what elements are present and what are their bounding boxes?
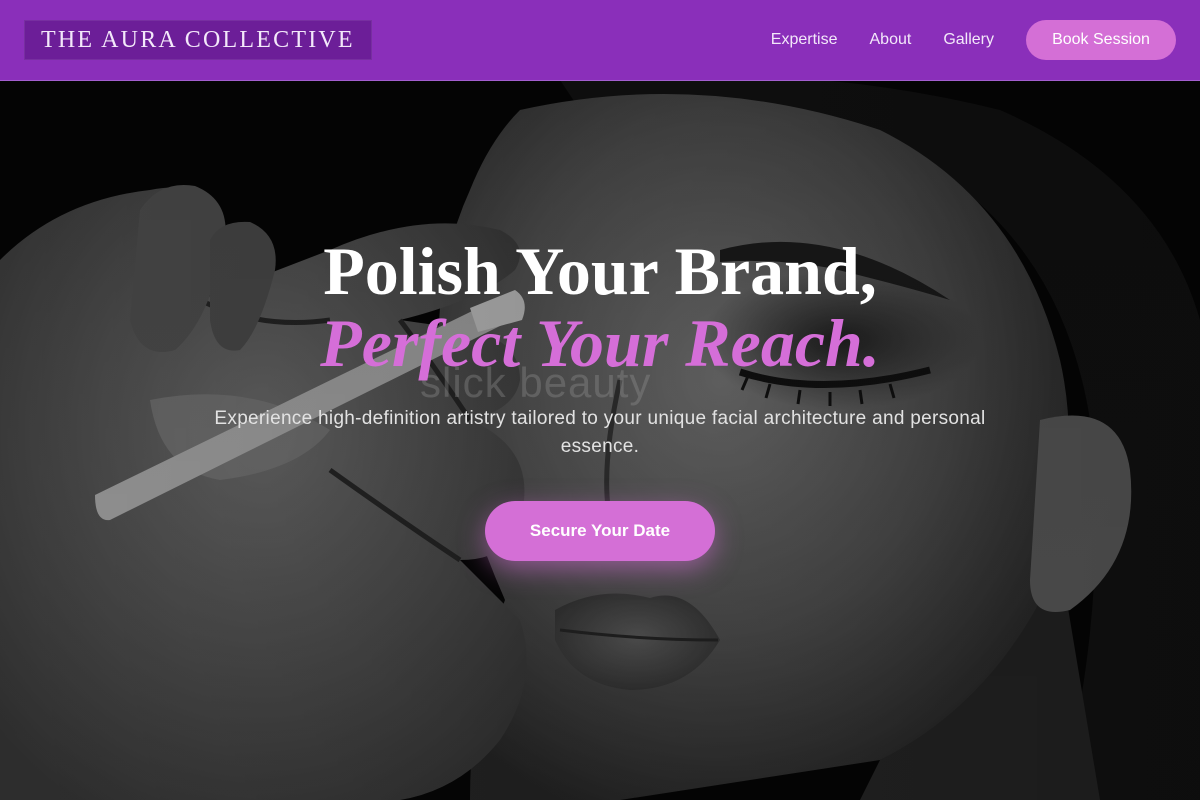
book-session-button[interactable]: Book Session: [1026, 20, 1176, 60]
nav-link-gallery[interactable]: Gallery: [943, 31, 994, 49]
site-header: THE AURA COLLECTIVE Expertise About Gall…: [0, 0, 1200, 81]
hero-section: slick beauty Polish Your Brand, Perfect …: [0, 81, 1200, 800]
hero-content: Polish Your Brand, Perfect Your Reach. E…: [150, 235, 1050, 561]
hero-headline-line2: Perfect Your Reach.: [320, 305, 880, 381]
brand-logo[interactable]: THE AURA COLLECTIVE: [24, 20, 372, 60]
nav-link-about[interactable]: About: [870, 31, 912, 49]
nav-link-expertise[interactable]: Expertise: [771, 31, 838, 49]
main-nav: Expertise About Gallery Book Session: [771, 20, 1176, 60]
hero-headline-line1: Polish Your Brand,: [323, 233, 877, 309]
hero-subtitle: Experience high-definition artistry tail…: [214, 408, 986, 457]
secure-date-button[interactable]: Secure Your Date: [485, 501, 715, 561]
